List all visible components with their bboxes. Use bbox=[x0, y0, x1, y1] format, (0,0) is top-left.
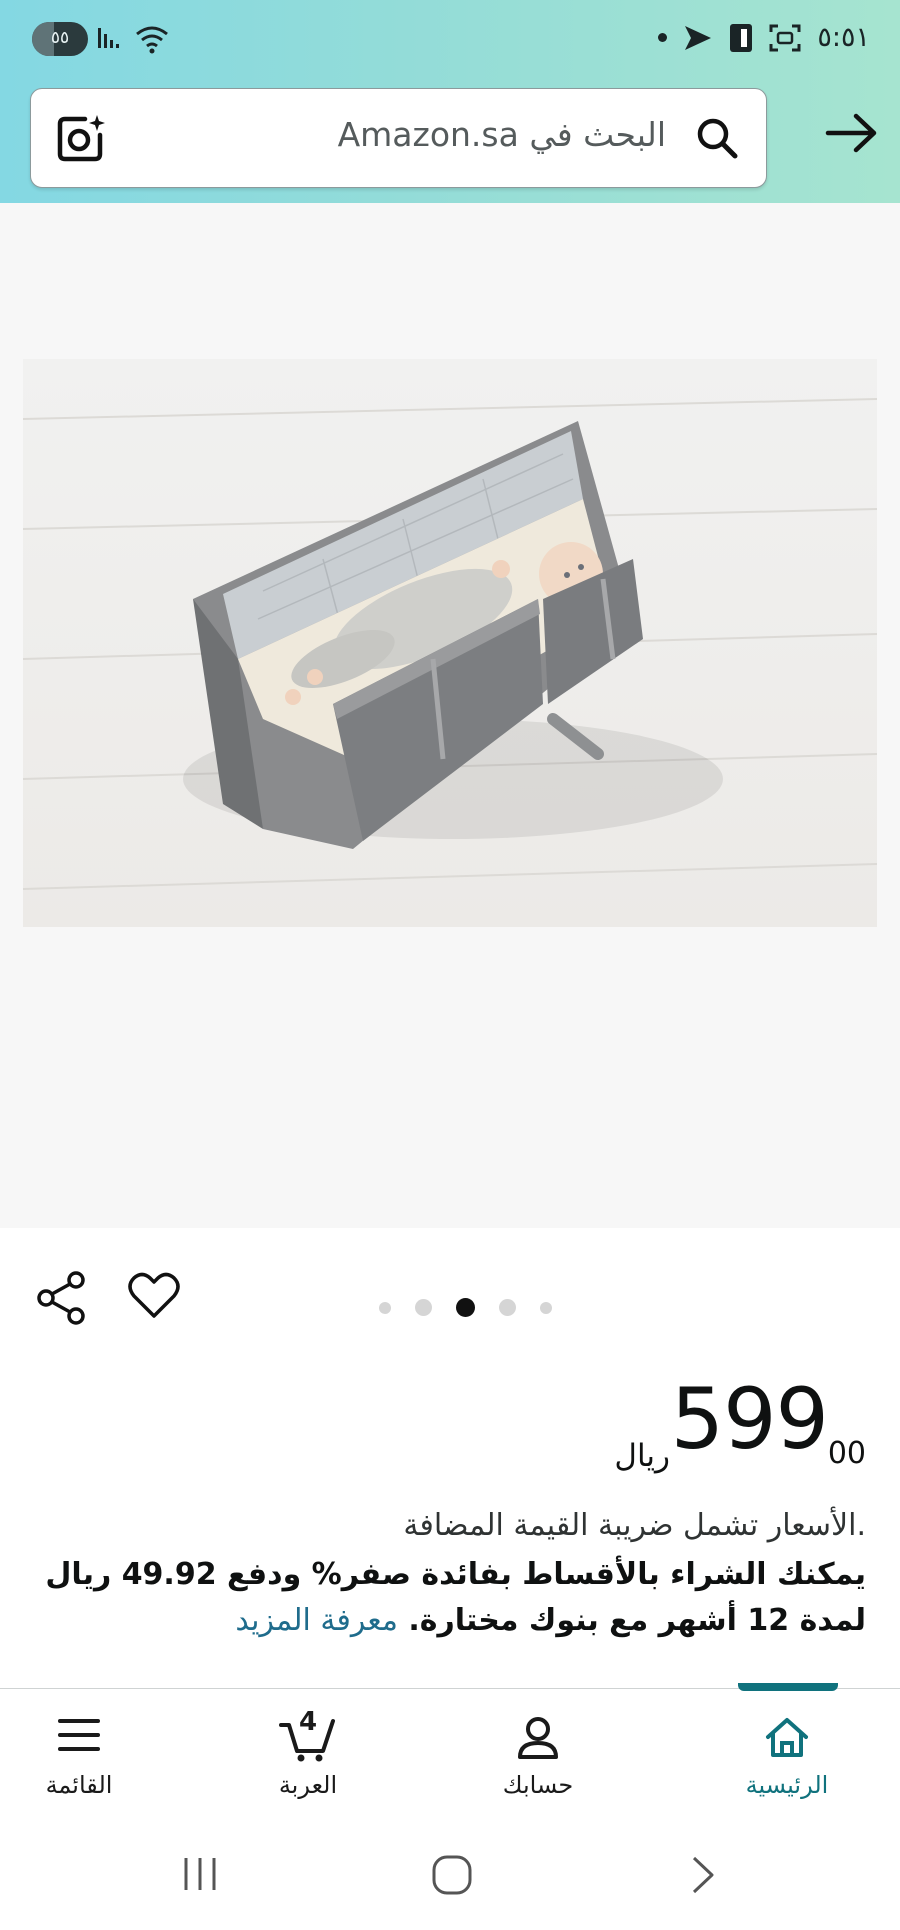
screenshot-icon bbox=[769, 24, 801, 51]
battery-indicator: ٥٥ bbox=[32, 22, 88, 56]
carousel-indicator[interactable] bbox=[367, 1298, 564, 1317]
product-image[interactable] bbox=[23, 359, 877, 927]
installment-text: يمكنك الشراء بالأقساط بفائدة صفر% ودفع 4… bbox=[45, 1557, 866, 1638]
menu-icon bbox=[56, 1715, 102, 1759]
bottom-navigation: الرئيسية حسابك 4 العربة القائمة bbox=[0, 1683, 900, 1829]
nav-label: العربة bbox=[278, 1771, 338, 1799]
heart-icon[interactable] bbox=[128, 1272, 180, 1324]
status-time: ٥:٥١ bbox=[817, 22, 870, 53]
app-header: ٥٥ ٥:٥١ البحث في Amazon.sa bbox=[0, 0, 900, 203]
nav-account[interactable]: حسابك bbox=[453, 1689, 623, 1829]
camera-scan-icon[interactable] bbox=[55, 113, 107, 169]
battery-level: ٥٥ bbox=[50, 28, 70, 48]
back-arrow-icon[interactable] bbox=[822, 108, 882, 162]
home-button-icon[interactable] bbox=[431, 1854, 473, 1900]
system-navigation-bar bbox=[0, 1828, 900, 1930]
account-icon bbox=[514, 1715, 562, 1765]
carousel-dot[interactable] bbox=[499, 1299, 516, 1316]
price-currency: ريال bbox=[614, 1438, 670, 1474]
price-whole: 599 bbox=[670, 1370, 829, 1468]
nav-label: حسابك bbox=[502, 1771, 574, 1799]
product-actions bbox=[0, 1228, 900, 1358]
send-icon bbox=[685, 25, 712, 50]
home-icon bbox=[763, 1715, 811, 1765]
price-fraction: 00 bbox=[827, 1436, 866, 1471]
notification-dot-icon bbox=[658, 33, 668, 42]
nav-label: القائمة bbox=[45, 1771, 113, 1799]
sim-icon bbox=[730, 23, 753, 52]
share-icon[interactable] bbox=[34, 1270, 90, 1330]
wifi-icon bbox=[136, 26, 168, 54]
back-button-icon[interactable] bbox=[688, 1854, 718, 1900]
search-icon[interactable] bbox=[694, 115, 740, 165]
nav-home[interactable]: الرئيسية bbox=[702, 1689, 872, 1829]
price: 00 599 ريال bbox=[566, 1370, 866, 1480]
cart-icon bbox=[279, 1715, 337, 1767]
status-bar: ٥٥ ٥:٥١ bbox=[0, 0, 900, 84]
signal-icon bbox=[98, 28, 119, 48]
search-input[interactable]: البحث في Amazon.sa bbox=[338, 115, 666, 154]
carousel-dot[interactable] bbox=[379, 1301, 391, 1314]
nav-label: الرئيسية bbox=[745, 1771, 829, 1799]
installment-offer: يمكنك الشراء بالأقساط بفائدة صفر% ودفع 4… bbox=[26, 1552, 866, 1644]
carousel-dot-active[interactable] bbox=[456, 1298, 475, 1317]
product-gallery[interactable] bbox=[0, 203, 900, 1228]
carousel-dot[interactable] bbox=[415, 1299, 432, 1316]
recent-apps-icon[interactable] bbox=[180, 1854, 220, 1898]
vat-note: .الأسعار تشمل ضريبة القيمة المضافة bbox=[403, 1508, 866, 1543]
nav-menu[interactable]: القائمة bbox=[0, 1689, 164, 1829]
learn-more-link[interactable]: معرفة المزيد bbox=[235, 1603, 398, 1638]
search-bar[interactable]: البحث في Amazon.sa bbox=[30, 88, 767, 188]
carousel-dot[interactable] bbox=[540, 1301, 552, 1314]
nav-cart[interactable]: 4 العربة bbox=[223, 1689, 393, 1829]
